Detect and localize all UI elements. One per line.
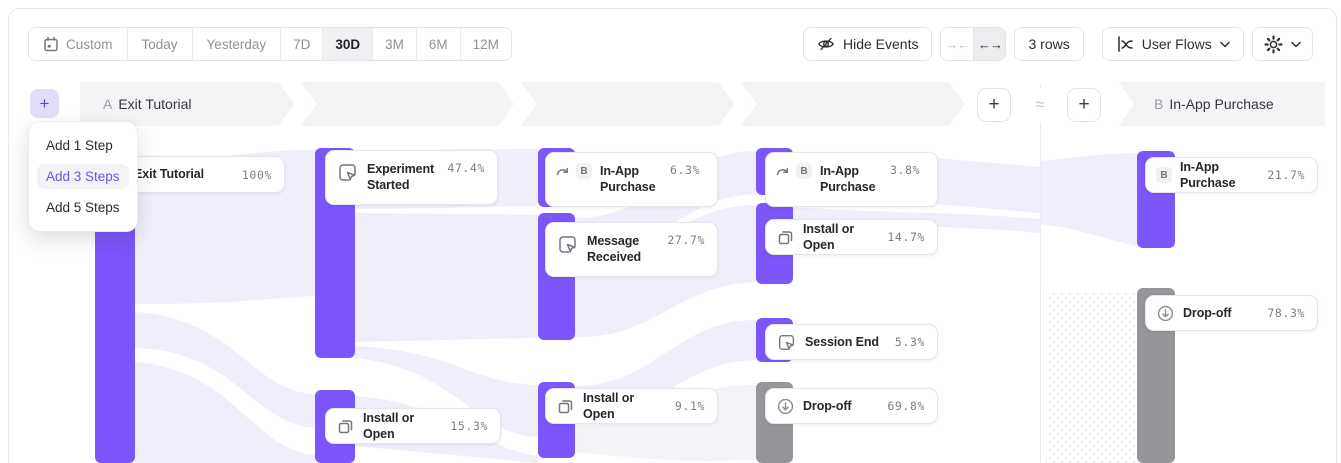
node-label: Install or Open <box>363 410 442 443</box>
flow-node-in-app-purchase-6[interactable]: B In-App Purchase 6.3% <box>545 152 718 207</box>
flow-node-install-or-open-9[interactable]: Install or Open 9.1% <box>545 388 718 424</box>
node-value: 14.7% <box>887 230 925 244</box>
node-label: Session End <box>805 334 887 350</box>
click-icon <box>776 332 797 353</box>
node-value: 21.7% <box>1267 168 1305 182</box>
node-label: In-App Purchase <box>1180 159 1259 192</box>
node-label: Drop-off <box>803 398 879 414</box>
event-b-badge: B <box>576 163 592 179</box>
flow-node-install-or-open-14[interactable]: Install or Open 14.7% <box>765 219 938 255</box>
menu-item-add-1-step[interactable]: Add 1 Step <box>37 133 129 158</box>
flow-node-drop-off-69[interactable]: Drop-off 69.8% <box>765 388 938 424</box>
node-label: Drop-off <box>1183 305 1259 321</box>
click-icon <box>556 233 579 256</box>
windows-icon <box>336 417 355 436</box>
event-b-badge: B <box>1156 167 1172 183</box>
drop-off-icon <box>1156 304 1175 323</box>
menu-item-add-3-steps[interactable]: Add 3 Steps <box>37 164 129 189</box>
event-b-badge: B <box>796 163 812 179</box>
node-label: Exit Tutorial <box>134 166 234 182</box>
node-value: 15.3% <box>450 419 488 433</box>
flow-node-in-app-purchase-3[interactable]: B In-App Purchase 3.8% <box>765 152 938 207</box>
flow-node-in-app-purchase-21[interactable]: B In-App Purchase 21.7% <box>1145 157 1318 193</box>
node-value: 47.4% <box>447 161 485 175</box>
node-value: 5.3% <box>895 335 925 349</box>
add-step-menu: Add 1 Step Add 3 Steps Add 5 Steps <box>28 121 138 232</box>
windows-icon <box>556 397 575 416</box>
node-label: In-App Purchase <box>600 163 662 196</box>
flow-node-session-end[interactable]: Session End 5.3% <box>765 324 938 360</box>
node-value: 27.7% <box>667 233 705 247</box>
node-label: In-App Purchase <box>820 163 882 196</box>
jump-arrow-icon <box>556 165 570 177</box>
node-value: 100% <box>242 168 272 182</box>
node-value: 78.3% <box>1267 306 1305 320</box>
node-label: Message Received <box>587 233 659 266</box>
node-label: Install or Open <box>803 221 879 254</box>
node-value: 3.8% <box>890 163 920 177</box>
menu-item-add-5-steps[interactable]: Add 5 Steps <box>37 195 129 220</box>
flow-node-drop-off-78[interactable]: Drop-off 78.3% <box>1145 295 1318 331</box>
click-icon <box>336 161 359 184</box>
node-value: 69.8% <box>887 399 925 413</box>
node-value: 6.3% <box>670 163 700 177</box>
jump-arrow-icon <box>776 165 790 177</box>
windows-icon <box>776 228 795 247</box>
node-label: Experiment Started <box>367 161 439 194</box>
node-label: Install or Open <box>583 390 667 423</box>
user-flows-screen: Custom Today Yesterday 7D 30D 3M 6M 12M … <box>0 0 1341 463</box>
flow-node-install-or-open-15[interactable]: Install or Open 15.3% <box>325 408 501 444</box>
flow-node-experiment-started[interactable]: Experiment Started 47.4% <box>325 150 498 205</box>
flow-node-message-received[interactable]: Message Received 27.7% <box>545 222 718 277</box>
node-value: 9.1% <box>675 399 705 413</box>
drop-off-icon <box>776 397 795 416</box>
